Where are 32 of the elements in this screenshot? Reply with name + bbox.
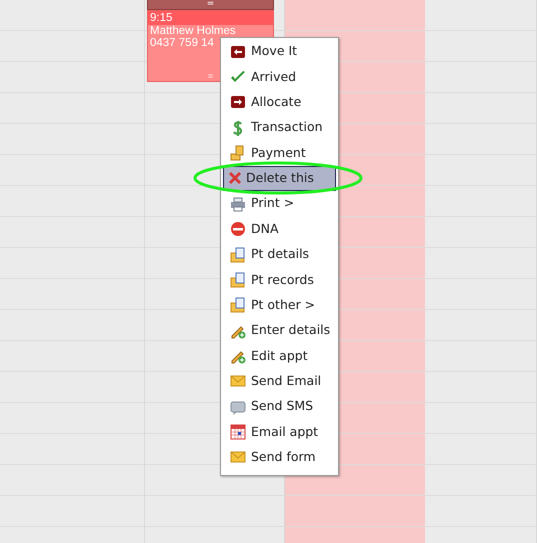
menu-item[interactable]: Payment [223,140,336,166]
sms-icon [230,398,246,415]
phone-number: 0437 759 14 [149,37,215,49]
menu-item[interactable]: Enter details [223,318,336,344]
envelope-icon [230,449,246,466]
menu-item[interactable]: Allocate [223,90,336,116]
menu-item[interactable]: Edit appt [223,343,336,369]
menu-item[interactable]: Send form [223,444,336,470]
menu-item[interactable]: Send SMS [223,394,336,420]
folder-document-icon [230,272,246,288]
menu-item[interactable]: Send Email [223,368,336,394]
resize-handle[interactable]: = [206,0,214,9]
arrow-left-icon [230,44,246,60]
menu-item[interactable]: Pt records [223,267,336,293]
appointment-time: 9:15 [148,11,273,25]
menu-item[interactable]: Pt details [223,242,336,268]
menu-item[interactable]: DNA [223,216,336,242]
close-icon [227,170,243,186]
folder-document-icon [230,297,246,314]
printer-icon [230,196,246,212]
coins-icon [230,145,246,162]
calendar-icon [230,424,246,440]
envelope-icon [230,373,246,390]
menu-item[interactable]: Delete this [223,166,336,192]
menu-item[interactable]: Pt other > [223,292,336,318]
menu-item[interactable]: Print > [223,191,336,217]
patient-name: Matthew Holmes [149,25,237,37]
folder-document-icon [230,246,246,263]
arrow-right-icon [230,94,246,110]
menu-item[interactable]: Email appt [223,419,336,445]
menu-item[interactable]: Transaction [223,115,336,140]
no-entry-icon [230,221,246,238]
